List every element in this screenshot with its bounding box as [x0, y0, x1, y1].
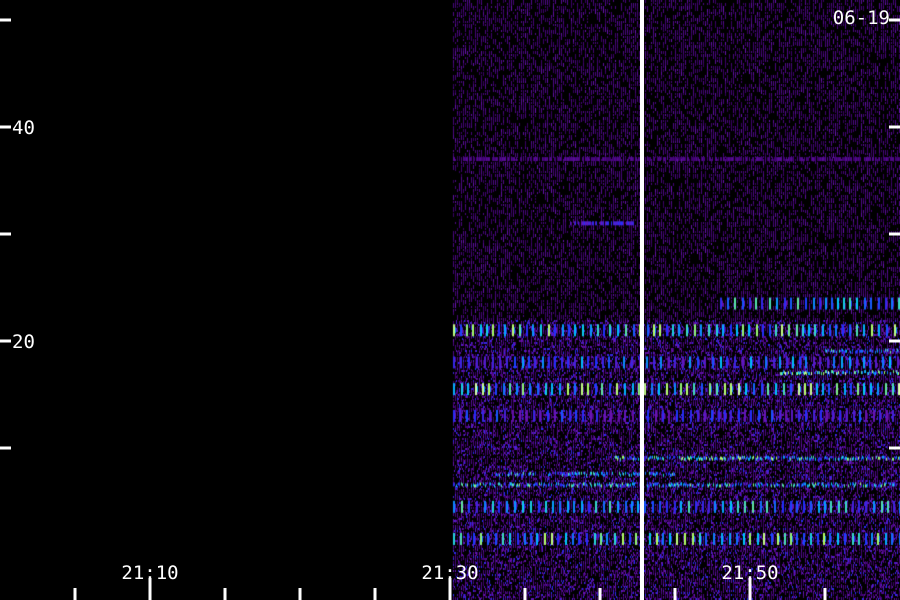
- x-tick-label: 21:30: [421, 562, 478, 584]
- x-tick-label: 21:50: [721, 562, 778, 584]
- y-tick-label: 20: [12, 331, 35, 353]
- chart-overlay: 204060 21:1021:3021:50 06-19: [0, 0, 900, 600]
- x-axis: 21:10 21:30 21:50: [73, 562, 827, 600]
- y-tick-label: 40: [12, 117, 35, 139]
- date-label: 06-19: [833, 7, 890, 29]
- y-axis-right: [889, 18, 900, 450]
- x-tick-label: 21:10: [121, 562, 178, 584]
- y-axis-left: 204060: [0, 18, 35, 450]
